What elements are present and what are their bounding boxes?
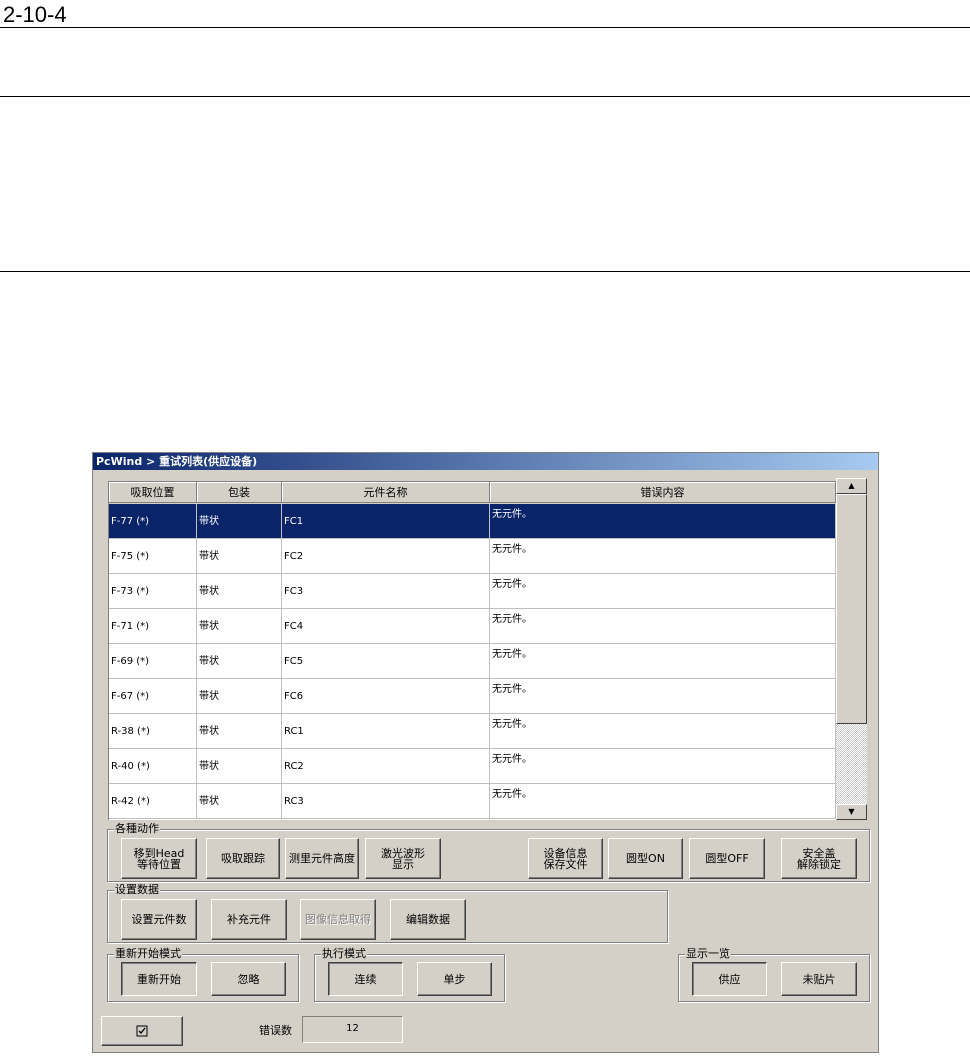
cell-error: 无元件。 [490, 609, 836, 644]
display-list-group: 显示一览 供应 未贴片 [678, 947, 870, 1002]
cell-error: 无元件。 [490, 644, 836, 679]
column-header-position[interactable]: 吸取位置 [109, 482, 197, 503]
cell-position: F-75 (*) [109, 539, 197, 574]
table-row[interactable]: R-42 (*) 带状 RC3 无元件。 [109, 784, 836, 819]
cell-part: RC3 [282, 784, 490, 819]
window-title: PcWind > 重试列表(供应设备) [93, 453, 878, 470]
table-row[interactable]: F-77 (*) 带状 FC1 无元件。 [109, 504, 836, 539]
settings-group-label: 设置数据 [114, 883, 160, 897]
cell-part: FC3 [282, 574, 490, 609]
cell-package: 带状 [197, 504, 282, 539]
table-row[interactable]: F-67 (*) 带状 FC6 无元件。 [109, 679, 836, 714]
scroll-thumb[interactable] [836, 494, 867, 724]
table-row[interactable]: F-73 (*) 带状 FC3 无元件。 [109, 574, 836, 609]
restart-button[interactable]: 重新开始 [121, 962, 197, 996]
cell-position: F-77 (*) [109, 504, 197, 539]
exec-mode-label: 执行模式 [321, 947, 367, 961]
continuous-button[interactable]: 连续 [328, 962, 403, 996]
scroll-down-button[interactable]: ▼ [836, 804, 867, 820]
divider-rule [0, 27, 970, 28]
cell-package: 带状 [197, 679, 282, 714]
supply-button[interactable]: 供应 [692, 962, 767, 996]
table-row[interactable]: F-71 (*) 带状 FC4 无元件。 [109, 609, 836, 644]
cell-part: FC1 [282, 504, 490, 539]
round-on-button[interactable]: 圆型ON [608, 838, 683, 879]
measure-height-button[interactable]: 测里元件高度 [285, 838, 359, 879]
cell-part: FC5 [282, 644, 490, 679]
unplaced-button[interactable]: 未贴片 [781, 962, 857, 996]
cell-package: 带状 [197, 574, 282, 609]
cell-package: 带状 [197, 714, 282, 749]
cell-position: R-38 (*) [109, 714, 197, 749]
cell-error: 无元件。 [490, 539, 836, 574]
display-list-label: 显示一览 [685, 947, 731, 961]
table-row[interactable]: F-75 (*) 带状 FC2 无元件。 [109, 539, 836, 574]
cell-part: FC4 [282, 609, 490, 644]
cell-error: 无元件。 [490, 574, 836, 609]
cell-part: FC2 [282, 539, 490, 574]
cell-position: F-73 (*) [109, 574, 197, 609]
get-image-info-button: 图像信息取得 [300, 899, 376, 940]
actions-group: 各種动作 移到Head 等待位置 吸取跟踪 测里元件高度 激光波形 显示 设备信… [107, 822, 870, 882]
exec-mode-group: 执行模式 连续 单步 [314, 947, 505, 1002]
vertical-scrollbar[interactable]: ▲ ▼ [836, 478, 867, 820]
round-off-button[interactable]: 圆型OFF [689, 838, 765, 879]
retry-list-window: PcWind > 重试列表(供应设备) 吸取位置 包装 元件名称 错误内容 F-… [92, 452, 879, 1053]
table-row[interactable]: R-40 (*) 带状 RC2 无元件。 [109, 749, 836, 784]
replenish-parts-button[interactable]: 补充元件 [211, 899, 287, 940]
pickup-trace-button[interactable]: 吸取跟踪 [206, 838, 280, 879]
column-header-package[interactable]: 包装 [197, 482, 282, 503]
cell-position: F-71 (*) [109, 609, 197, 644]
cell-position: R-40 (*) [109, 749, 197, 784]
cell-part: FC6 [282, 679, 490, 714]
table-row[interactable]: R-38 (*) 带状 RC1 无元件。 [109, 714, 836, 749]
cell-error: 无元件。 [490, 714, 836, 749]
page-number: 2-10-4 [3, 2, 67, 27]
cell-position: R-42 (*) [109, 784, 197, 819]
cell-position: F-67 (*) [109, 679, 197, 714]
table-row[interactable]: F-69 (*) 带状 FC5 无元件。 [109, 644, 836, 679]
cell-package: 带状 [197, 749, 282, 784]
checkbox-icon [136, 1025, 148, 1037]
set-part-count-button[interactable]: 设置元件数 [121, 899, 197, 940]
restart-mode-group: 重新开始模式 重新开始 忽略 [107, 947, 299, 1002]
error-count-field: 12 [302, 1016, 403, 1043]
column-header-part-name[interactable]: 元件名称 [282, 482, 490, 503]
move-head-button[interactable]: 移到Head 等待位置 [121, 838, 197, 879]
settings-group: 设置数据 设置元件数 补充元件 图像信息取得 编辑数据 [107, 883, 668, 943]
safety-cover-unlock-button[interactable]: 安全盖 解除锁定 [781, 838, 857, 879]
save-device-info-button[interactable]: 设备信息 保存文件 [528, 838, 603, 879]
single-step-button[interactable]: 单步 [417, 962, 492, 996]
laser-waveform-button[interactable]: 激光波形 显示 [365, 838, 441, 879]
cell-part: RC2 [282, 749, 490, 784]
cell-package: 带状 [197, 784, 282, 819]
ignore-button[interactable]: 忽略 [211, 962, 286, 996]
column-header-error[interactable]: 错误内容 [490, 482, 836, 503]
cell-error: 无元件。 [490, 749, 836, 784]
scroll-up-button[interactable]: ▲ [836, 478, 867, 494]
table-header: 吸取位置 包装 元件名称 错误内容 [109, 482, 836, 504]
error-count-label: 错误数 [259, 1024, 292, 1037]
cell-error: 无元件。 [490, 784, 836, 819]
cell-position: F-69 (*) [109, 644, 197, 679]
cell-package: 带状 [197, 539, 282, 574]
actions-group-label: 各種动作 [114, 822, 160, 836]
divider-rule [0, 96, 970, 97]
confirm-button[interactable] [101, 1016, 183, 1046]
edit-data-button[interactable]: 编辑数据 [390, 899, 466, 940]
cell-package: 带状 [197, 609, 282, 644]
restart-mode-label: 重新开始模式 [114, 947, 182, 961]
cell-part: RC1 [282, 714, 490, 749]
cell-error: 无元件。 [490, 504, 836, 539]
cell-package: 带状 [197, 644, 282, 679]
retry-table: 吸取位置 包装 元件名称 错误内容 F-77 (*) 带状 FC1 无元件。 F-75 … [108, 481, 836, 820]
divider-rule [0, 271, 970, 272]
cell-error: 无元件。 [490, 679, 836, 714]
